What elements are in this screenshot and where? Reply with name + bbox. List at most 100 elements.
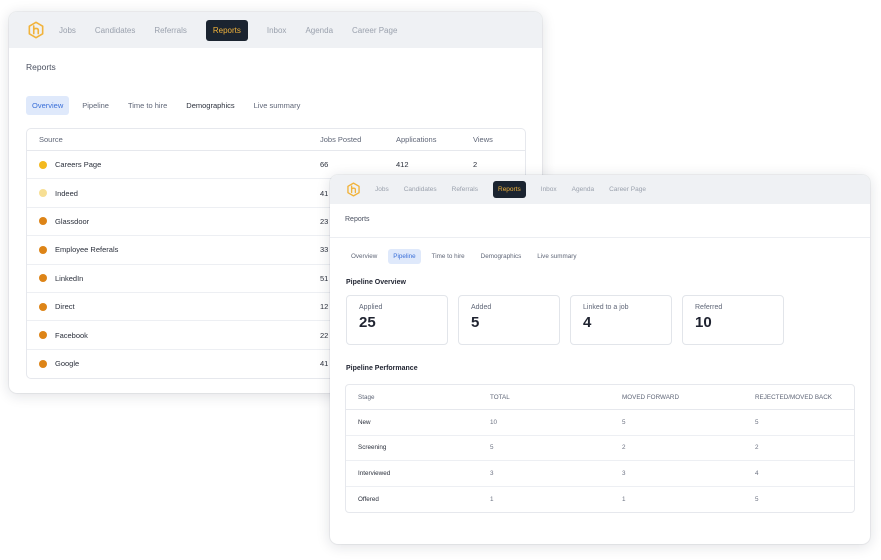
tab-overview[interactable]: Overview (346, 249, 382, 264)
column-source[interactable]: Source (27, 135, 320, 144)
moved-forward-cell: 5 (622, 418, 626, 426)
tab-time-to-hire[interactable]: Time to hire (427, 249, 470, 264)
source-dot-icon (39, 274, 47, 283)
stage-cell: Screening (358, 444, 387, 452)
logo-icon[interactable] (346, 182, 361, 197)
source-name: Glassdoor (55, 216, 90, 226)
source-dot-icon (39, 302, 47, 311)
nav-candidates[interactable]: Candidates (95, 26, 135, 35)
stat-card-referred: Referred 10 (682, 295, 784, 345)
source-cell: LinkedIn (27, 274, 320, 283)
report-tabs: Overview Pipeline Time to hire Demograph… (9, 96, 542, 115)
stage-cell: Offered (358, 495, 379, 503)
moved-forward-cell: 1 (622, 495, 626, 503)
stat-value: 5 (471, 314, 480, 331)
pipeline-table-body: New 10 5 5 Screening 5 2 2 Interviewed 3 3 4 Offered… (346, 410, 854, 512)
jobs-posted-cell: 66 (320, 160, 329, 170)
source-name: Facebook (55, 330, 88, 340)
moved-forward-cell: 2 (622, 444, 626, 452)
total-cell: 10 (490, 418, 498, 426)
table-row[interactable]: New 10 5 5 (346, 410, 854, 436)
source-dot-icon (39, 359, 47, 368)
tab-live-summary[interactable]: Live summary (248, 96, 307, 115)
nav-inbox[interactable]: Inbox (541, 186, 557, 193)
reports-pipeline-window: Jobs Candidates Referrals Reports Inbox … (330, 175, 870, 544)
table-row[interactable]: Interviewed 3 3 4 (346, 461, 854, 487)
stat-card-added: Added 5 (458, 295, 560, 345)
stat-label: Referred (695, 304, 723, 311)
tab-overview[interactable]: Overview (26, 96, 70, 115)
pipeline-stats: Applied 25 Added 5 Linked to a job 4 Ref… (330, 295, 870, 345)
column-jobs-posted[interactable]: Jobs Posted (320, 135, 396, 144)
tab-pipeline[interactable]: Pipeline (388, 249, 421, 264)
nav-referrals[interactable]: Referrals (452, 186, 478, 193)
total-cell: 1 (490, 495, 494, 503)
logo-icon[interactable] (27, 21, 45, 39)
column-total[interactable]: TOTAL (490, 394, 622, 401)
table-header: Stage TOTAL MOVED FORWARD REJECTED/MOVED… (346, 385, 854, 410)
stat-label: Added (471, 304, 492, 311)
rejected-cell: 5 (755, 418, 759, 426)
column-rejected[interactable]: REJECTED/MOVED BACK (755, 394, 854, 401)
nav-candidates[interactable]: Candidates (404, 186, 437, 193)
table-row[interactable]: Screening 5 2 2 (346, 436, 854, 461)
source-cell: Indeed (27, 189, 320, 198)
total-cell: 3 (490, 469, 494, 477)
nav-inbox[interactable]: Inbox (267, 26, 287, 35)
tab-pipeline[interactable]: Pipeline (76, 96, 115, 115)
column-moved-forward[interactable]: MOVED FORWARD (622, 394, 755, 401)
source-cell: Direct (27, 302, 320, 311)
nav-jobs[interactable]: Jobs (375, 186, 389, 193)
nav-jobs[interactable]: Jobs (59, 26, 76, 35)
column-stage[interactable]: Stage (346, 394, 490, 401)
source-cell: Careers Page (27, 160, 320, 169)
source-dot-icon (39, 160, 47, 169)
nav-reports[interactable]: Reports (205, 19, 248, 41)
table-row[interactable]: Offered 1 1 5 (346, 487, 854, 513)
total-cell: 5 (490, 444, 494, 452)
nav-reports[interactable]: Reports (493, 181, 526, 198)
stat-label: Linked to a job (583, 304, 629, 311)
views-cell: 2 (473, 160, 478, 170)
table-header: Source Jobs Posted Applications Views (27, 129, 525, 151)
column-views[interactable]: Views (473, 135, 523, 144)
rejected-cell: 5 (755, 495, 759, 503)
page-title: Reports (26, 62, 56, 72)
rejected-cell: 4 (755, 469, 759, 477)
stat-value: 10 (695, 314, 712, 331)
column-applications[interactable]: Applications (396, 135, 473, 144)
top-nav: Jobs Candidates Referrals Reports Inbox … (9, 12, 542, 48)
source-dot-icon (39, 331, 47, 340)
source-dot-icon (39, 245, 47, 254)
nav-referrals[interactable]: Referrals (154, 26, 186, 35)
source-dot-icon (39, 189, 47, 198)
stage-cell: New (358, 418, 371, 426)
stat-label: Applied (359, 304, 383, 311)
tab-demographics[interactable]: Demographics (476, 249, 527, 264)
source-name: Employee Referals (55, 245, 119, 255)
source-name: Indeed (55, 188, 78, 198)
source-name: LinkedIn (55, 273, 84, 283)
stage-cell: Interviewed (358, 469, 391, 477)
tab-demographics[interactable]: Demographics (180, 96, 240, 115)
pipeline-performance-title: Pipeline Performance (346, 365, 418, 372)
pipeline-performance-table: Stage TOTAL MOVED FORWARD REJECTED/MOVED… (345, 384, 855, 513)
stat-card-linked: Linked to a job 4 (570, 295, 672, 345)
stat-card-applied: Applied 25 (346, 295, 448, 345)
moved-forward-cell: 3 (622, 469, 626, 477)
nav-career-page[interactable]: Career Page (609, 186, 646, 193)
source-dot-icon (39, 217, 47, 226)
top-nav: Jobs Candidates Referrals Reports Inbox … (330, 175, 870, 204)
nav-career-page[interactable]: Career Page (352, 26, 397, 35)
source-name: Direct (55, 302, 75, 312)
nav-agenda[interactable]: Agenda (572, 186, 594, 193)
tab-time-to-hire[interactable]: Time to hire (122, 96, 173, 115)
source-name: Google (55, 359, 80, 369)
tab-live-summary[interactable]: Live summary (532, 249, 581, 264)
nav-agenda[interactable]: Agenda (305, 26, 333, 35)
source-cell: Employee Referals (27, 245, 320, 254)
applications-cell: 412 (396, 160, 409, 170)
pipeline-overview-title: Pipeline Overview (346, 279, 406, 286)
source-cell: Google (27, 359, 320, 368)
source-cell: Glassdoor (27, 217, 320, 226)
